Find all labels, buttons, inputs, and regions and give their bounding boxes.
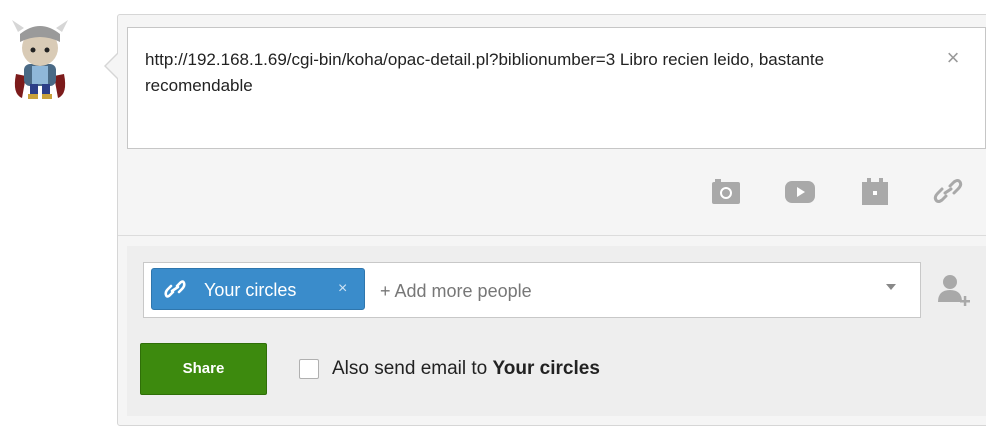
email-label-prefix: Also send email to <box>332 358 493 379</box>
remove-chip-icon[interactable]: × <box>338 279 347 299</box>
camera-icon[interactable] <box>710 176 742 206</box>
divider <box>118 235 986 236</box>
add-more-people-input[interactable]: + Add more people <box>380 280 532 302</box>
dropdown-arrow-icon[interactable] <box>886 284 896 290</box>
user-avatar <box>10 14 70 100</box>
email-label-target: Your circles <box>492 358 600 379</box>
chip-label: Your circles <box>204 280 297 300</box>
email-checkbox[interactable] <box>299 359 319 379</box>
circle-chip[interactable]: Your circles × <box>151 268 365 310</box>
card-pointer-inner <box>106 53 119 79</box>
share-button[interactable]: Share <box>140 343 267 395</box>
post-text: http://192.168.1.69/cgi-bin/koha/opac-de… <box>145 50 825 95</box>
video-icon[interactable] <box>784 176 816 206</box>
post-text-area[interactable]: http://192.168.1.69/cgi-bin/koha/opac-de… <box>127 27 986 149</box>
calendar-icon[interactable] <box>859 176 891 206</box>
email-label: Also send email to Your circles <box>332 357 600 381</box>
thor-avatar-icon <box>12 20 68 99</box>
add-person-icon[interactable] <box>937 272 971 310</box>
close-icon[interactable]: × <box>943 47 963 69</box>
link-icon[interactable] <box>932 176 964 206</box>
link-icon <box>164 277 186 301</box>
